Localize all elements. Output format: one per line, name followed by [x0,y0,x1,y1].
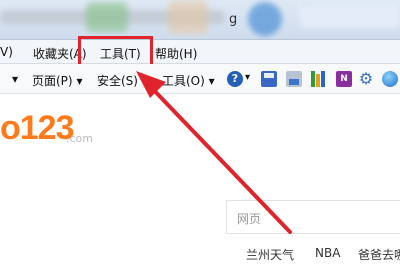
red-arrow-pointer [136,71,292,234]
